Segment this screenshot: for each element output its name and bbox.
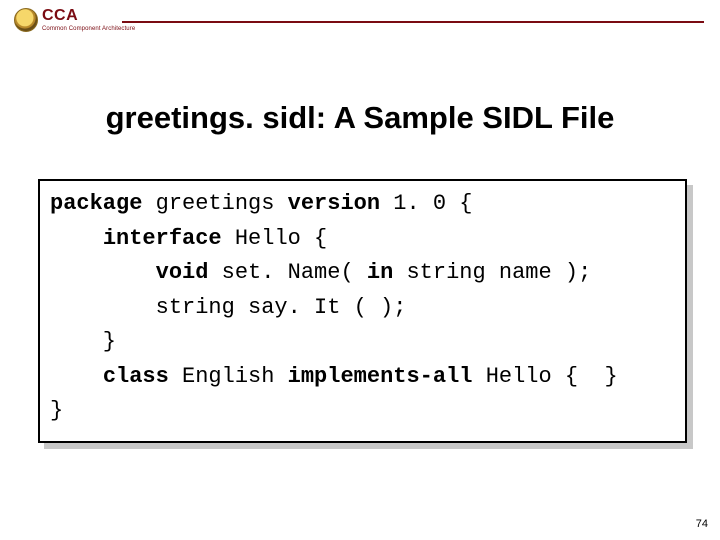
kw-in: in: [367, 260, 393, 285]
code-line-4: string say. It ( );: [50, 295, 406, 320]
kw-package: package: [50, 191, 142, 216]
slide-title: greetings. sidl: A Sample SIDL File: [0, 100, 720, 136]
code-ifname: Hello {: [222, 226, 328, 251]
code-pkgname: greetings: [142, 191, 287, 216]
header-rule: [122, 21, 704, 23]
code-content: package greetings version 1. 0 { interfa…: [50, 187, 675, 429]
slide: CCA Common Component Architecture greeti…: [0, 0, 720, 540]
code-line-5: }: [50, 329, 116, 354]
kw-version: version: [288, 191, 380, 216]
code-indent: [50, 364, 103, 389]
code-box: package greetings version 1. 0 { interfa…: [38, 179, 687, 443]
cca-subtitle: Common Component Architecture: [42, 26, 135, 32]
cca-logo-icon: [14, 8, 38, 32]
code-param: string name );: [393, 260, 591, 285]
code-indent: [50, 260, 156, 285]
code-version: 1. 0 {: [380, 191, 472, 216]
header-logo-block: CCA Common Component Architecture: [14, 8, 135, 32]
code-classname: English: [169, 364, 288, 389]
kw-class: class: [103, 364, 169, 389]
cca-text-block: CCA Common Component Architecture: [42, 8, 135, 32]
page-number: 74: [696, 518, 708, 530]
code-line-7: }: [50, 398, 63, 423]
kw-implements-all: implements-all: [288, 364, 473, 389]
code-setname: set. Name(: [208, 260, 366, 285]
code-frame: package greetings version 1. 0 { interfa…: [38, 179, 687, 443]
code-classtail: Hello { }: [473, 364, 618, 389]
kw-void: void: [156, 260, 209, 285]
kw-interface: interface: [103, 226, 222, 251]
code-indent: [50, 226, 103, 251]
